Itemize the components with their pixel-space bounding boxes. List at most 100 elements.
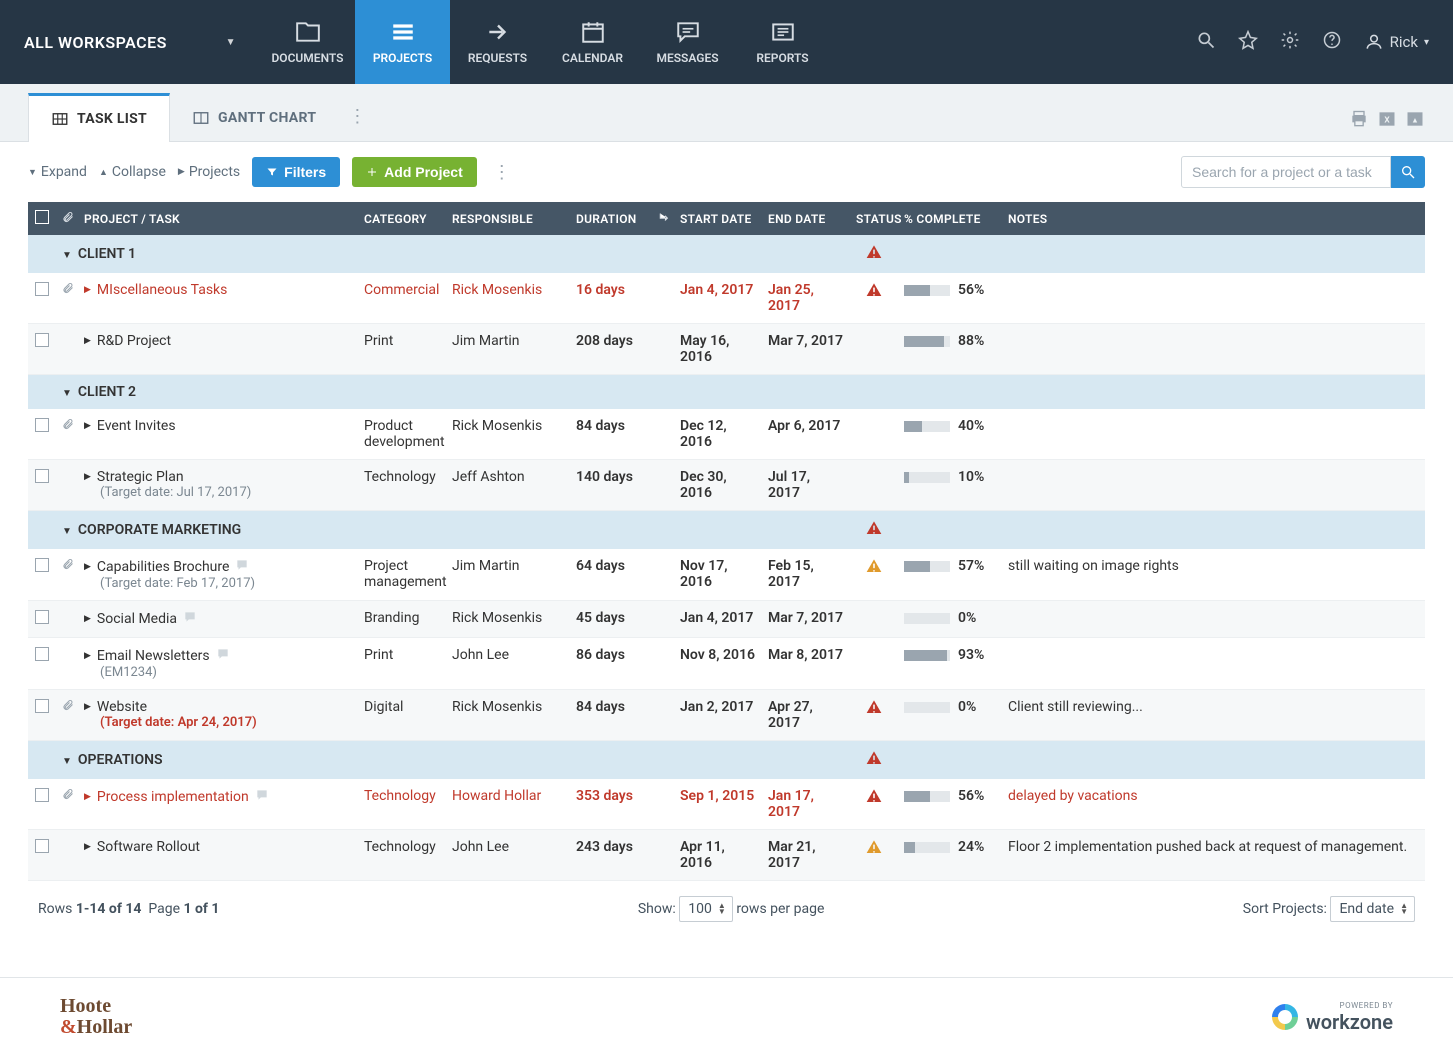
export-icons: X ▲ <box>1349 109 1425 141</box>
task-name[interactable]: ▶Process implementation <box>84 788 352 806</box>
row-checkbox[interactable] <box>35 469 49 483</box>
cell-start: Dec 12, 2016 <box>674 409 762 460</box>
add-project-button[interactable]: Add Project <box>352 157 477 187</box>
task-name[interactable]: ▶Strategic Plan <box>84 469 352 485</box>
row-checkbox[interactable] <box>35 788 49 802</box>
cell-responsible: Jeff Ashton <box>446 460 570 511</box>
select-all-checkbox[interactable] <box>35 210 49 224</box>
cell-start: Jan 4, 2017 <box>674 273 762 324</box>
user-icon <box>1364 32 1384 52</box>
table-row[interactable]: ▶Social Media BrandingRick Mosenkis45 da… <box>28 601 1425 638</box>
cell-duration: 208 days <box>570 324 652 375</box>
triangle-right-icon: ▶ <box>84 702 91 712</box>
row-checkbox[interactable] <box>35 699 49 713</box>
table-row[interactable]: ▶Event InvitesProduct developmentRick Mo… <box>28 409 1425 460</box>
group-row[interactable]: ▼CORPORATE MARKETING <box>28 511 1425 550</box>
cell-notes: Floor 2 implementation pushed back at re… <box>1002 830 1425 881</box>
table-row[interactable]: ▶Software RolloutTechnologyJohn Lee243 d… <box>28 830 1425 881</box>
task-name[interactable]: ▶Software Rollout <box>84 839 352 855</box>
search-icon[interactable] <box>1196 30 1216 54</box>
calendar-icon <box>580 19 606 45</box>
nav-documents[interactable]: DOCUMENTS <box>260 0 355 84</box>
task-name[interactable]: ▶Capabilities Brochure <box>84 558 352 576</box>
nav-projects[interactable]: PROJECTS <box>355 0 450 84</box>
star-icon[interactable] <box>1238 30 1258 54</box>
row-checkbox[interactable] <box>35 839 49 853</box>
task-name[interactable]: ▶Website <box>84 699 352 715</box>
row-checkbox[interactable] <box>35 610 49 624</box>
print-icon[interactable] <box>1349 109 1369 129</box>
col-category[interactable]: CATEGORY <box>358 202 446 235</box>
table-row[interactable]: ▶Website(Target date: Apr 24, 2017)Digit… <box>28 690 1425 741</box>
cell-duration: 353 days <box>570 779 652 830</box>
workspace-selector[interactable]: ALL WORKSPACES ▼ <box>0 0 260 84</box>
collapse-link[interactable]: ▲Collapse <box>99 164 166 180</box>
triangle-right-icon: ▶ <box>84 792 91 802</box>
paperclip-icon[interactable] <box>62 418 74 434</box>
comment-icon[interactable] <box>235 558 249 576</box>
comment-icon[interactable] <box>255 788 269 806</box>
tab-gantt-chart[interactable]: GANTT CHART <box>170 95 338 141</box>
col-project-task[interactable]: PROJECT / TASK <box>78 202 358 235</box>
group-row[interactable]: ▼OPERATIONS <box>28 741 1425 780</box>
search-input[interactable] <box>1181 156 1391 188</box>
comment-icon[interactable] <box>216 647 230 665</box>
tab-label: GANTT CHART <box>218 110 316 126</box>
task-name[interactable]: ▶MIscellaneous Tasks <box>84 282 352 298</box>
table-row[interactable]: ▶Email Newsletters (EM1234)PrintJohn Lee… <box>28 638 1425 690</box>
row-checkbox[interactable] <box>35 333 49 347</box>
triangle-right-icon: ▶ <box>84 651 91 661</box>
excel-icon[interactable]: X <box>1377 109 1397 129</box>
col-duration[interactable]: DURATION <box>570 202 652 235</box>
task-name[interactable]: ▶Social Media <box>84 610 352 628</box>
nav-reports[interactable]: REPORTS <box>735 0 830 84</box>
filters-button[interactable]: Filters <box>252 157 340 187</box>
cell-notes: Client still reviewing... <box>1002 690 1425 741</box>
sort-select[interactable]: End date▲▼ <box>1330 896 1415 922</box>
row-checkbox[interactable] <box>35 647 49 661</box>
comment-icon[interactable] <box>183 610 197 628</box>
col-responsible[interactable]: RESPONSIBLE <box>446 202 570 235</box>
workzone-logo[interactable]: POWERED BY workzone <box>1272 1001 1393 1034</box>
col-notes[interactable]: NOTES <box>1002 202 1425 235</box>
group-row[interactable]: ▼CLIENT 1 <box>28 235 1425 273</box>
table-row[interactable]: ▶Process implementation TechnologyHoward… <box>28 779 1425 830</box>
paperclip-icon[interactable] <box>62 558 74 574</box>
nav-messages[interactable]: MESSAGES <box>640 0 735 84</box>
col-complete[interactable]: % COMPLETE <box>898 202 1002 235</box>
user-menu[interactable]: Rick ▾ <box>1364 32 1429 52</box>
folder-icon <box>295 19 321 45</box>
table-row[interactable]: ▶Strategic Plan(Target date: Jul 17, 201… <box>28 460 1425 511</box>
row-checkbox[interactable] <box>35 418 49 432</box>
toolbar-more[interactable]: ⋮ <box>489 162 515 183</box>
pdf-icon[interactable]: ▲ <box>1405 109 1425 129</box>
rows-per-page-select[interactable]: 100▲▼ <box>679 896 733 922</box>
row-checkbox[interactable] <box>35 282 49 296</box>
paperclip-icon[interactable] <box>62 282 74 298</box>
col-end-date[interactable]: END DATE <box>762 202 850 235</box>
triangle-right-icon: ▶ <box>84 842 91 852</box>
cell-notes <box>1002 324 1425 375</box>
tab-task-list[interactable]: TASK LIST <box>28 93 170 142</box>
projects-link[interactable]: ▶Projects <box>178 164 240 180</box>
row-checkbox[interactable] <box>35 558 49 572</box>
group-row[interactable]: ▼CLIENT 2 <box>28 375 1425 410</box>
table-row[interactable]: ▶MIscellaneous TasksCommercialRick Mosen… <box>28 273 1425 324</box>
task-name[interactable]: ▶Event Invites <box>84 418 352 434</box>
help-icon[interactable] <box>1322 30 1342 54</box>
col-start-date[interactable]: START DATE <box>674 202 762 235</box>
nav-calendar[interactable]: CALENDAR <box>545 0 640 84</box>
paperclip-icon[interactable] <box>62 699 74 715</box>
table-row[interactable]: ▶Capabilities Brochure (Target date: Feb… <box>28 549 1425 601</box>
task-name[interactable]: ▶R&D Project <box>84 333 352 349</box>
col-status[interactable]: STATUS <box>850 202 898 235</box>
tab-more[interactable]: ⋮ <box>338 92 376 141</box>
task-name[interactable]: ▶Email Newsletters <box>84 647 352 665</box>
search-button[interactable] <box>1391 156 1425 188</box>
table-row[interactable]: ▶R&D ProjectPrintJim Martin208 daysMay 1… <box>28 324 1425 375</box>
paperclip-icon[interactable] <box>62 788 74 804</box>
gear-icon[interactable] <box>1280 30 1300 54</box>
nav-requests[interactable]: REQUESTS <box>450 0 545 84</box>
nav-label: MESSAGES <box>656 51 718 65</box>
expand-link[interactable]: ▼Expand <box>28 164 87 180</box>
